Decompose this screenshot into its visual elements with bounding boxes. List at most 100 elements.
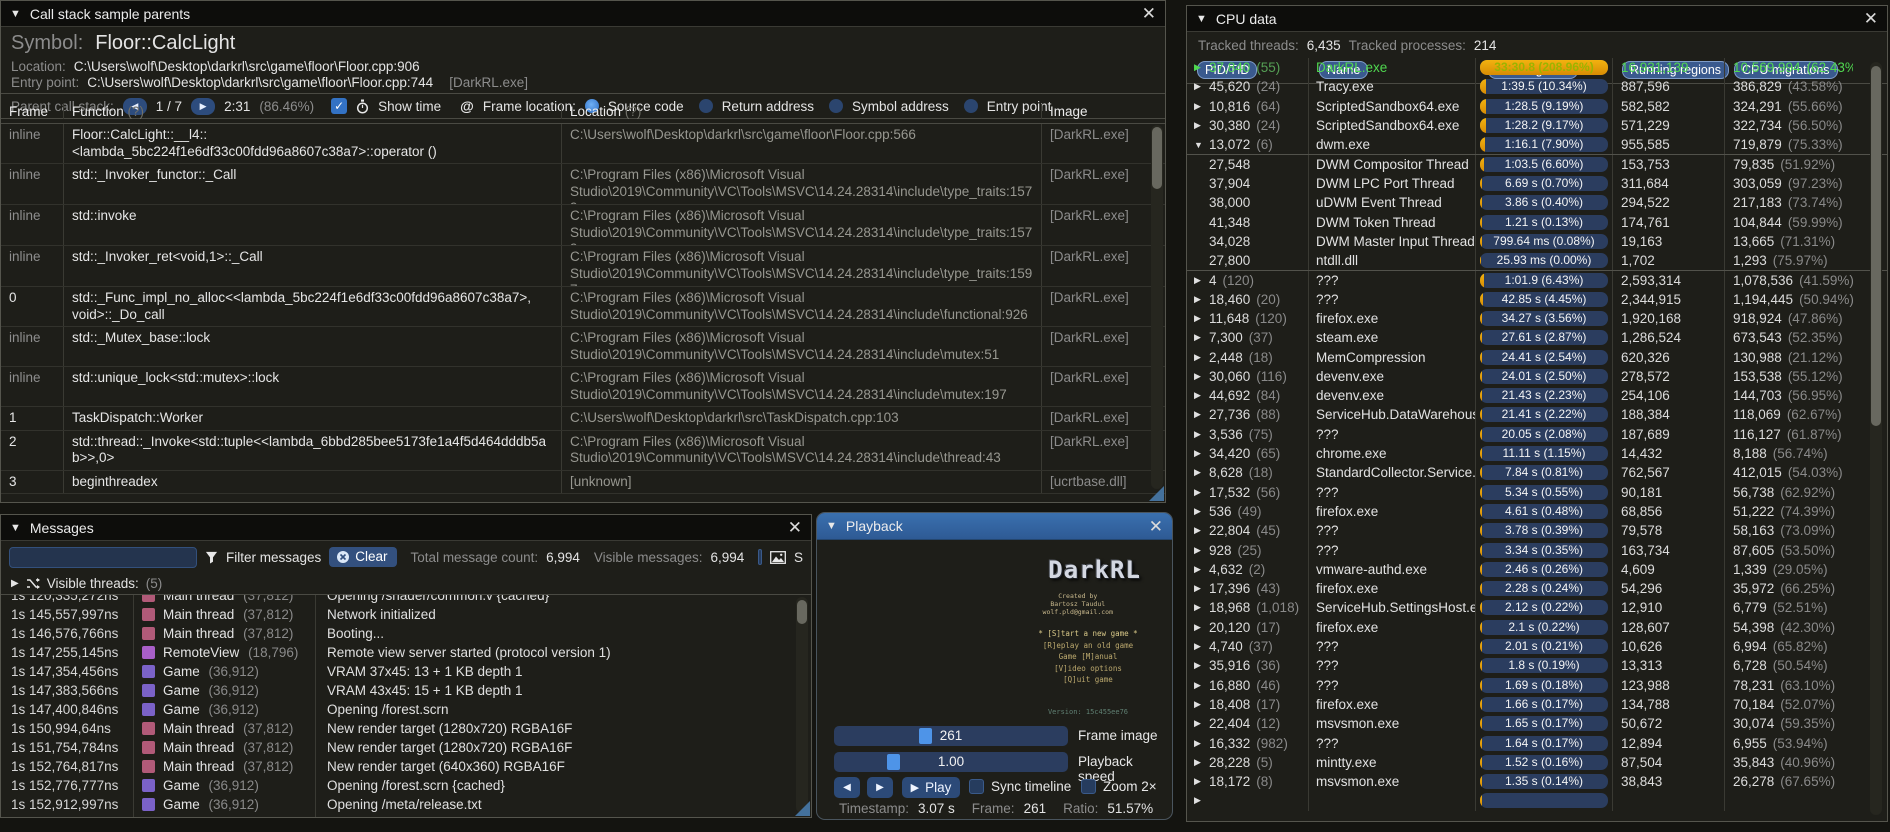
show-images-checkbox[interactable] — [758, 549, 762, 565]
sync-timeline-checkbox[interactable] — [969, 779, 984, 794]
message-row[interactable]: 1s 152,776,777ns Game (36,912) Opening /fo… — [1, 776, 811, 795]
cpu-row[interactable]: 38,000 uDWM Event Thread 3.86 s (0.40%) 294… — [1187, 193, 1887, 213]
message-row[interactable]: 1s 152,764,817ns Main thread (37,812) New … — [1, 757, 811, 776]
cpu-row[interactable]: ▶ 536 (49) firefox.exe 4.61 s (0.48%) 68,856 5… — [1187, 501, 1887, 522]
message-row[interactable]: 1s 151,754,784ns Main thread (37,812) New … — [1, 738, 811, 757]
cpu-row[interactable]: ▼ 13,072 (6) dwm.exe 1:16.1 (7.90%) 955,585 71… — [1187, 135, 1887, 155]
cpu-row[interactable]: ▶ 4,740 (37)??? 2.01 s (0.21%) 10,626 6,994 (6… — [1187, 636, 1887, 657]
cpu-row[interactable]: 37,904 DWM LPC Port Thread 6.69 s (0.70%) 3… — [1187, 173, 1887, 194]
chevron-right-icon[interactable]: ▶ — [1194, 390, 1209, 401]
cpu-row[interactable]: 41,348 DWM Token Thread 1.21 s (0.13%) 174,… — [1187, 212, 1887, 232]
cpu-row[interactable]: ▶ 16,332 (982)??? 1.64 s (0.17%) 12,894 6,955… — [1187, 733, 1887, 753]
chevron-right-icon[interactable]: ▶ — [1194, 795, 1209, 806]
cpu-row[interactable]: ▶ 34,420 (65) chrome.exe 11.11 s (1.15%) 14,4… — [1187, 443, 1887, 464]
cpu-row[interactable]: ▶ 8,628 (18) StandardCollector.Service.e 7.8… — [1187, 463, 1887, 483]
resize-grip[interactable] — [1149, 486, 1164, 501]
collapse-icon[interactable]: ▼ — [826, 520, 837, 532]
cpu-row[interactable]: ▶ 4 (120)??? 1:01.9 (6.43%) 2,593,314 1,078,5… — [1187, 270, 1887, 290]
cpu-row[interactable]: ▶ 18,968 (1,018) ServiceHub.SettingsHost.ex… — [1187, 598, 1887, 618]
chevron-right-icon[interactable]: ▶ — [1194, 757, 1209, 768]
cpu-row[interactable]: 27,548 DWM Compositor Thread 1:03.5 (6.60%… — [1187, 154, 1887, 174]
col-frame[interactable]: Frame — [1, 104, 63, 119]
cpu-row[interactable]: ▶ — [1187, 791, 1887, 811]
callstack-row[interactable]: inline std::_Invoker_ret<void,1>::_Call C:… — [1, 246, 1165, 287]
chevron-right-icon[interactable]: ▶ — [1194, 62, 1209, 73]
chevron-right-icon[interactable]: ▶ — [1194, 487, 1209, 498]
chevron-right-icon[interactable]: ▶ — [1194, 294, 1209, 305]
cpu-row[interactable]: ▶ 7,300 (37) steam.exe 27.61 s (2.87%) 1,286,… — [1187, 328, 1887, 348]
callstack-row[interactable]: inline std::unique_lock<std::mutex>::lock… — [1, 367, 1165, 407]
callstack-scrollbar-thumb[interactable] — [1152, 127, 1162, 189]
filter-input[interactable] — [9, 546, 197, 568]
play-button[interactable]: ▶ Play — [902, 777, 960, 798]
message-row[interactable]: 1s 146,576,766ns Main thread (37,812) Boot… — [1, 624, 811, 643]
chevron-right-icon[interactable]: ▶ — [1194, 313, 1209, 324]
cpu-row[interactable]: ▶ 22,804 (45)??? 3.78 s (0.39%) 79,578 58,163… — [1187, 521, 1887, 541]
step-forward-button[interactable]: ▶ — [867, 777, 893, 798]
cpu-row[interactable]: ▶ 928 (25)??? 3.34 s (0.35%) 163,734 87,605 (5… — [1187, 540, 1887, 560]
chevron-right-icon[interactable]: ▶ — [1194, 371, 1209, 382]
cpu-scrollbar-thumb[interactable] — [1871, 66, 1881, 426]
callstack-row[interactable]: 3 beginthreadex [unknown] [ucrtbase.dll] — [1, 470, 1165, 494]
callstack-row[interactable]: inline Floor::CalcLight::__l4::<lambda_5b… — [1, 124, 1165, 164]
cpu-row[interactable]: ▶ 3,536 (75)??? 20.05 s (2.08%) 187,689 116,1… — [1187, 424, 1887, 444]
chevron-right-icon[interactable]: ▶ — [1194, 275, 1209, 286]
cpu-row[interactable]: ▶ 16,880 (46)??? 1.69 s (0.18%) 123,988 78,23… — [1187, 675, 1887, 695]
callstack-row[interactable]: inline std::invoke C:\Program Files (x86)\… — [1, 205, 1165, 246]
cpu-row[interactable]: ▶ 30,060 (116) devenv.exe 24.01 s (2.50%) 278… — [1187, 366, 1887, 387]
message-row[interactable]: 1s 147,400,846ns Game (36,912) Opening /fo… — [1, 700, 811, 719]
chevron-right-icon[interactable]: ▶ — [1194, 776, 1209, 787]
message-row[interactable]: 1s 145,557,997ns Main thread (37,812) Netw… — [1, 605, 811, 624]
cpu-row[interactable]: ▶ 11,648 (120) firefox.exe 34.27 s (3.56%) 1,… — [1187, 308, 1887, 329]
cpu-row[interactable]: ▶ 18,460 (20)??? 42.85 s (4.45%) 2,344,915 1,… — [1187, 289, 1887, 309]
message-row[interactable]: 1s 152,912,997ns Game (36,912) Opening /me… — [1, 795, 811, 814]
collapse-icon[interactable]: ▼ — [10, 8, 21, 20]
cpu-row[interactable]: ▶ 28,228 (5) mintty.exe 1.52 s (0.16%) 87,504… — [1187, 752, 1887, 772]
message-row[interactable]: 1s 147,255,145ns RemoteView (18,796) Remot… — [1, 643, 811, 662]
speed-slider-handle[interactable] — [887, 754, 900, 770]
cpu-row[interactable]: ▶ 45,620 (24) Tracy.exe 1:39.5 (10.34%) 887,5… — [1187, 77, 1887, 97]
chevron-right-icon[interactable]: ▶ — [1194, 583, 1209, 594]
frame-slider[interactable]: 261 — [834, 726, 1068, 746]
messages-scrollbar[interactable] — [796, 597, 808, 813]
chevron-right-icon[interactable]: ▶ — [1194, 120, 1209, 131]
cpu-row[interactable]: ▶ 35,916 (36)??? 1.8 s (0.19%) 13,313 6,728 (5… — [1187, 656, 1887, 676]
cpu-row[interactable]: ▶ 2,448 (18) MemCompression 24.41 s (2.54%) 6… — [1187, 347, 1887, 367]
chevron-right-icon[interactable]: ▶ — [1194, 680, 1209, 691]
chevron-right-icon[interactable]: ▶ — [1194, 738, 1209, 749]
chevron-right-icon[interactable]: ▶ — [1194, 101, 1209, 112]
callstack-scrollbar[interactable] — [1151, 125, 1163, 489]
message-row[interactable]: 1s 147,354,456ns Game (36,912) VRAM 37x45:… — [1, 662, 811, 681]
col-image[interactable]: Image — [1041, 103, 1153, 119]
clear-button[interactable]: Clear — [329, 547, 397, 567]
zoom-2x-checkbox[interactable] — [1081, 779, 1096, 794]
chevron-right-icon[interactable]: ▶ — [1194, 429, 1209, 440]
message-row[interactable]: 1s 153,116,37ns Game (36,912)Intro menu l… — [1, 814, 811, 817]
chevron-right-icon[interactable]: ▶ — [1194, 641, 1209, 652]
callstack-row[interactable]: 2 std::thread::_Invoke<std::tuple<<lambda… — [1, 430, 1165, 471]
speed-slider[interactable]: 1.00 — [834, 752, 1068, 772]
chevron-right-icon[interactable]: ▶ — [1194, 332, 1209, 343]
close-icon[interactable]: ✕ — [1864, 10, 1878, 27]
resize-grip[interactable] — [795, 801, 810, 816]
chevron-right-icon[interactable]: ▶ — [1194, 660, 1209, 671]
callstack-row[interactable]: 0 std::_Func_impl_no_alloc<<lambda_5bc224… — [1, 287, 1165, 327]
message-row[interactable]: 1s 120,335,272ns Main thread (37,812) Open… — [1, 595, 811, 605]
callstack-row[interactable]: inline std::_Invoker_functor::_Call C:\Pro… — [1, 164, 1165, 205]
cpu-row[interactable]: ▶ 27,736 (88) ServiceHub.DataWarehouse 21.41… — [1187, 405, 1887, 425]
chevron-right-icon[interactable]: ▶ — [1194, 622, 1209, 633]
messages-scrollbar-thumb[interactable] — [797, 600, 807, 624]
col-location[interactable]: Location (?) — [561, 103, 1041, 119]
collapse-icon[interactable]: ▼ — [10, 522, 21, 534]
chevron-right-icon[interactable]: ▶ — [1194, 545, 1209, 556]
cpu-row[interactable]: ▶ 22,404 (12) msvsmon.exe 1.65 s (0.17%) 50,6… — [1187, 714, 1887, 734]
collapse-icon[interactable]: ▼ — [1196, 13, 1207, 25]
cpu-row[interactable]: ▶ 37,840 (55) DarkRL.exe 33:30.8 (208.96%) 16… — [1187, 58, 1887, 78]
chevron-right-icon[interactable]: ▶ — [1194, 81, 1209, 92]
chevron-right-icon[interactable]: ▶ — [1194, 448, 1209, 459]
close-icon[interactable]: ✕ — [1142, 5, 1156, 22]
chevron-right-icon[interactable]: ▶ — [1194, 525, 1209, 536]
col-function[interactable]: Function (?) — [63, 103, 561, 119]
cpu-row[interactable]: ▶ 4,632 (2) vmware-authd.exe 2.46 s (0.26%) 4… — [1187, 559, 1887, 580]
close-icon[interactable]: ✕ — [1149, 518, 1163, 535]
